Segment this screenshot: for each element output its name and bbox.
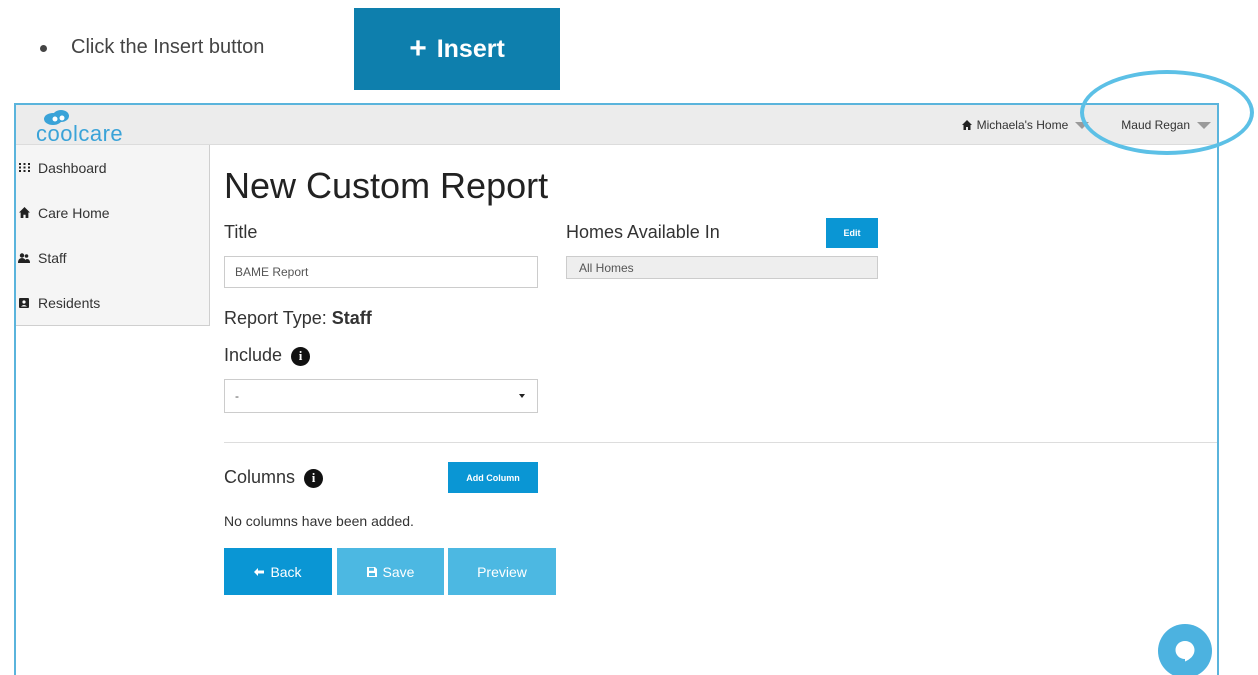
no-columns-message: No columns have been added. (224, 513, 414, 529)
columns-heading: Columns i (224, 467, 324, 488)
sidebar-item-care-home[interactable]: Care Home (16, 190, 209, 235)
chat-launcher[interactable] (1158, 624, 1212, 675)
users-icon (16, 252, 32, 263)
report-type-label: Report Type: (224, 308, 327, 328)
include-label: Include (224, 345, 283, 365)
insert-label: Insert (436, 34, 505, 63)
arrow-left-icon (254, 567, 265, 576)
top-navbar: coolcare Michaela's Home Maud Regan (16, 105, 1217, 146)
floppy-disk-icon (366, 566, 377, 577)
bullet-icon (40, 45, 47, 52)
caret-down-icon (519, 394, 525, 398)
info-icon[interactable]: i (304, 468, 324, 488)
logo-text: coolcare (36, 121, 124, 146)
title-input[interactable] (224, 256, 538, 288)
include-select[interactable]: - (224, 379, 538, 413)
sidebar-item-label: Dashboard (38, 159, 107, 176)
contact-card-icon (16, 297, 32, 308)
sidebar-item-label: Staff (38, 249, 67, 266)
insert-button-sample: + Insert (354, 8, 560, 90)
instruction-line: Click the Insert button (40, 0, 264, 95)
edit-homes-button[interactable]: Edit (826, 218, 878, 248)
report-type: Report Type: Staff (224, 308, 372, 329)
homes-available-label: Homes Available In (566, 222, 720, 242)
page-title: New Custom Report (224, 165, 549, 206)
include-select-value: - (235, 389, 239, 403)
report-type-value: Staff (331, 308, 372, 328)
add-column-button[interactable]: Add Column (448, 462, 538, 493)
chat-bubble-icon (1175, 641, 1195, 662)
save-button[interactable]: Save (337, 548, 444, 595)
sidebar-item-label: Residents (38, 294, 101, 311)
home-icon (961, 120, 972, 130)
instruction-text: Click the Insert button (71, 36, 265, 58)
sidebar-item-label: Care Home (38, 204, 110, 221)
include-heading: Include i (224, 345, 311, 366)
app-window: coolcare Michaela's Home Maud Regan Dash… (14, 103, 1219, 675)
back-button-label: Back (270, 563, 302, 580)
info-icon[interactable]: i (291, 346, 311, 366)
homes-list: All Homes (566, 256, 878, 279)
home-icon (16, 207, 32, 218)
home-selector[interactable]: Michaela's Home (961, 118, 1090, 132)
sidebar-item-residents[interactable]: Residents (16, 280, 209, 325)
section-divider (224, 442, 1217, 443)
preview-button[interactable]: Preview (448, 548, 556, 595)
grid-icon (16, 163, 32, 172)
sidebar-item-dashboard[interactable]: Dashboard (16, 145, 209, 190)
annotation-highlight-ellipse (1080, 70, 1254, 155)
sidebar-item-staff[interactable]: Staff (16, 235, 209, 280)
title-label: Title (224, 222, 258, 242)
save-button-label: Save (382, 563, 415, 580)
home-selector-label: Michaela's Home (976, 118, 1069, 132)
back-button[interactable]: Back (224, 548, 332, 595)
columns-label: Columns (224, 467, 296, 487)
plus-icon: + (409, 32, 427, 65)
coolcare-logo[interactable]: coolcare (36, 109, 146, 146)
sidebar: Dashboard Care Home Staff Residents (16, 145, 210, 326)
